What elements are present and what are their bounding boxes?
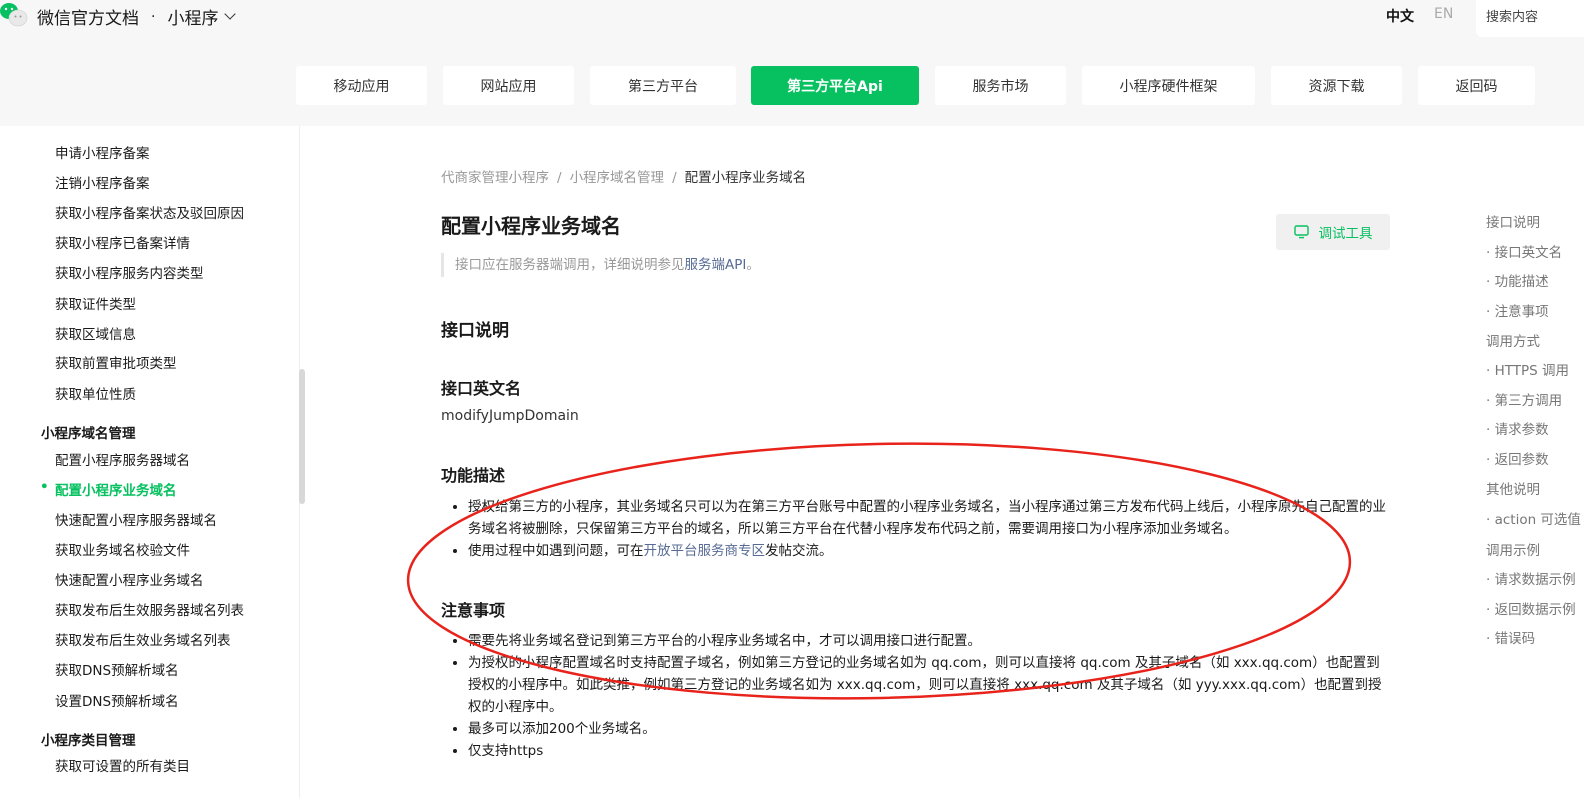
notice-list: 需要先将业务域名登记到第三方平台的小程序业务域名中，才可以调用接口进行配置。 为… — [441, 630, 1388, 762]
lang-zh-link[interactable]: 中文 — [1386, 6, 1414, 26]
heading-function-description: 功能描述 — [441, 466, 506, 485]
server-api-link[interactable]: 服务端API — [685, 257, 747, 273]
breadcrumb-current: 配置小程序业务域名 — [684, 170, 807, 186]
list-item: 仅支持https — [468, 740, 1388, 762]
toc-item[interactable]: · 返回数据示例 — [1486, 598, 1576, 618]
sidebar-item[interactable]: 设置DNS预解析域名 — [55, 690, 179, 710]
nav-service-market[interactable]: 服务市场 — [935, 66, 1066, 105]
breadcrumb-item[interactable]: 代商家管理小程序 — [441, 170, 549, 186]
debug-tool-button[interactable]: 调试工具 — [1276, 214, 1390, 250]
nav-hardware-framework[interactable]: 小程序硬件框架 — [1082, 66, 1255, 105]
section-selector[interactable]: 小程序 — [167, 4, 218, 29]
nav-return-code[interactable]: 返回码 — [1418, 66, 1535, 105]
sidebar-item[interactable]: 快速配置小程序服务器域名 — [55, 509, 217, 529]
server-call-note: 接口应在服务器端调用，详细说明参见服务端API。 — [441, 253, 760, 277]
nav-third-party-api[interactable]: 第三方平台Api — [751, 66, 919, 105]
heading-api-english-name: 接口英文名 — [441, 379, 522, 398]
breadcrumb-separator: / — [557, 170, 562, 186]
sidebar-item[interactable]: 获取DNS预解析域名 — [55, 659, 179, 679]
toc-item[interactable]: · 第三方调用 — [1486, 389, 1562, 409]
list-item: 需要先将业务域名登记到第三方平台的小程序业务域名中，才可以调用接口进行配置。 — [468, 630, 1388, 652]
toc-item[interactable]: 接口说明 — [1486, 211, 1540, 231]
sidebar-item-active[interactable]: 配置小程序业务域名 — [40, 479, 176, 499]
toc-item[interactable]: 调用示例 — [1486, 539, 1540, 559]
note-end: 。 — [746, 257, 760, 273]
sidebar-scrollbar[interactable] — [299, 369, 305, 504]
list-item: 为授权的小程序配置域名时支持配置子域名，例如第三方登记的业务域名如为 qq.co… — [468, 652, 1388, 718]
sidebar-item[interactable]: 获取小程序服务内容类型 — [55, 262, 204, 282]
sidebar-item[interactable]: 申请小程序备案 — [55, 142, 150, 162]
nav-third-party[interactable]: 第三方平台 — [590, 66, 736, 105]
breadcrumb-item[interactable]: 小程序域名管理 — [570, 170, 665, 186]
brand-title[interactable]: 微信官方文档 · 小程序 — [37, 4, 237, 29]
toc-item[interactable]: 其他说明 — [1486, 478, 1540, 498]
sidebar-item[interactable]: 配置小程序服务器域名 — [55, 449, 190, 469]
heading-api-description: 接口说明 — [441, 321, 509, 341]
service-provider-zone-link[interactable]: 开放平台服务商专区 — [644, 543, 766, 559]
sidebar: 申请小程序备案 注销小程序备案 获取小程序备案状态及驳回原因 获取小程序已备案详… — [0, 126, 300, 798]
page-title: 配置小程序业务域名 — [441, 214, 621, 238]
toc-item[interactable]: · 请求参数 — [1486, 418, 1549, 438]
breadcrumb-separator: / — [672, 170, 677, 186]
brand-dot: · — [151, 8, 156, 25]
chevron-down-icon[interactable] — [224, 8, 237, 20]
breadcrumb: 代商家管理小程序 / 小程序域名管理 / 配置小程序业务域名 — [441, 166, 806, 186]
sidebar-item[interactable]: 获取前置审批项类型 — [55, 352, 177, 372]
sidebar-item[interactable]: 获取发布后生效业务域名列表 — [55, 629, 231, 649]
sidebar-item[interactable]: 获取单位性质 — [55, 383, 136, 403]
toc-item[interactable]: · action 可选值 — [1486, 508, 1581, 528]
list-item: 最多可以添加200个业务域名。 — [468, 718, 1388, 740]
toc-item[interactable]: 调用方式 — [1486, 330, 1540, 350]
api-english-name: modifyJumpDomain — [441, 408, 579, 424]
list-item: 使用过程中如遇到问题，可在开放平台服务商专区发帖交流。 — [468, 540, 1388, 562]
sidebar-item[interactable]: 注销小程序备案 — [55, 172, 150, 192]
lang-en-link[interactable]: EN — [1434, 6, 1453, 22]
toc-item[interactable]: · HTTPS 调用 — [1486, 359, 1569, 379]
sidebar-item[interactable]: 获取业务域名校验文件 — [55, 539, 190, 559]
heading-notice: 注意事项 — [441, 601, 506, 620]
sidebar-group-category[interactable]: 小程序类目管理 — [41, 729, 136, 749]
func-2-post: 发帖交流。 — [765, 543, 833, 559]
sidebar-item[interactable]: 获取小程序备案状态及驳回原因 — [55, 202, 244, 222]
debug-tool-label: 调试工具 — [1318, 226, 1373, 242]
sidebar-item[interactable]: 获取可设置的所有类目 — [55, 755, 190, 775]
nav-resource-download[interactable]: 资源下载 — [1271, 66, 1402, 105]
note-text: 接口应在服务器端调用，详细说明参见 — [455, 257, 685, 273]
toc-item[interactable]: · 请求数据示例 — [1486, 568, 1576, 588]
brand-name: 微信官方文档 — [37, 9, 139, 29]
func-2-pre: 使用过程中如遇到问题，可在 — [468, 543, 644, 559]
sidebar-item[interactable]: 获取发布后生效服务器域名列表 — [55, 599, 244, 619]
toc-item[interactable]: · 功能描述 — [1486, 270, 1549, 290]
toc-item[interactable]: · 注意事项 — [1486, 300, 1549, 320]
toc-item[interactable]: · 错误码 — [1486, 627, 1535, 647]
sidebar-item[interactable]: 快速配置小程序业务域名 — [55, 569, 204, 589]
sidebar-item[interactable]: 获取小程序已备案详情 — [55, 232, 190, 252]
toc-item[interactable]: · 接口英文名 — [1486, 241, 1562, 261]
nav-mobile-app[interactable]: 移动应用 — [296, 66, 427, 105]
monitor-icon — [1293, 225, 1309, 239]
list-item: 授权给第三方的小程序，其业务域名只可以为在第三方平台账号中配置的小程序业务域名，… — [468, 496, 1388, 540]
search-input[interactable]: 搜索内容 — [1476, 0, 1584, 37]
top-header: 微信官方文档 · 小程序 中文 EN 搜索内容 移动应用 网站应用 第三方平台 … — [0, 0, 1584, 126]
sidebar-item[interactable]: 获取区域信息 — [55, 323, 136, 343]
nav-website-app[interactable]: 网站应用 — [443, 66, 574, 105]
function-list: 授权给第三方的小程序，其业务域名只可以为在第三方平台账号中配置的小程序业务域名，… — [441, 496, 1388, 562]
sidebar-group-domain[interactable]: 小程序域名管理 — [41, 422, 136, 442]
toc-item[interactable]: · 返回参数 — [1486, 448, 1549, 468]
sidebar-item[interactable]: 获取证件类型 — [55, 293, 136, 313]
wechat-logo-icon[interactable] — [0, 2, 28, 28]
